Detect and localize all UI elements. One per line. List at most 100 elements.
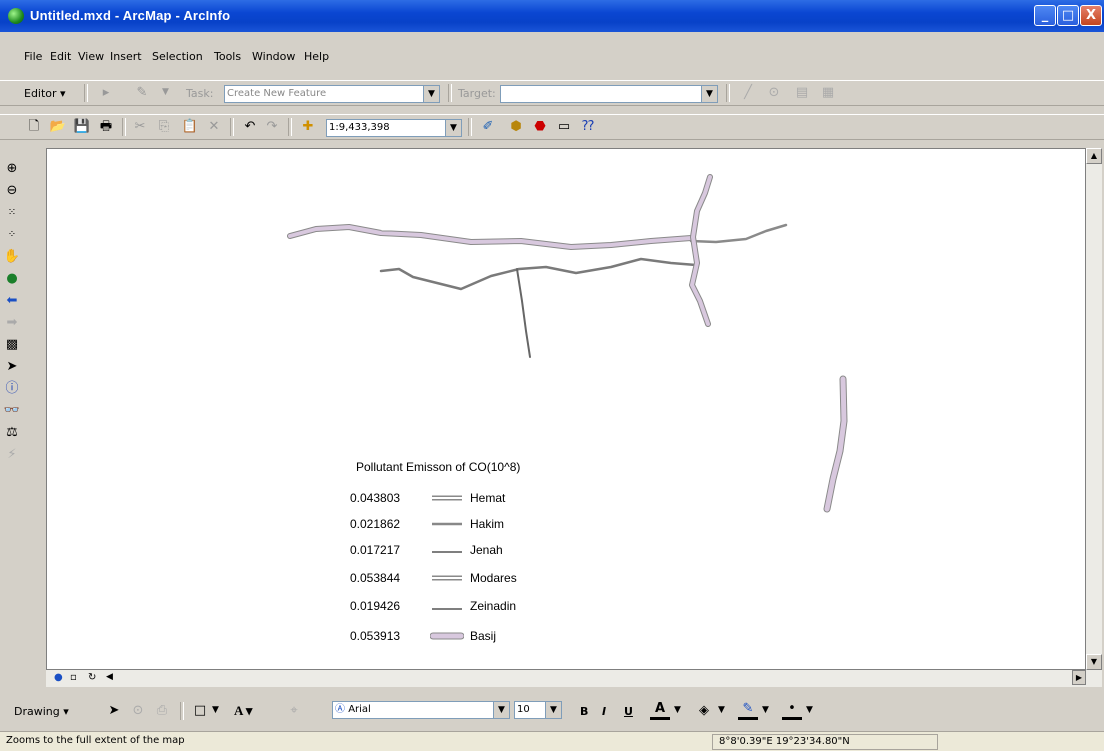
paste-icon[interactable]: 📋 xyxy=(180,117,200,137)
copy-icon[interactable]: ⎘ xyxy=(154,117,174,137)
map-scale-combo[interactable]: 1:9,433,398 ▼ xyxy=(326,119,462,137)
arctoolbox-icon[interactable]: ⬣ xyxy=(530,117,550,137)
title-bar: Untitled.mxd - ArcMap - ArcInfo _ □ X xyxy=(0,0,1104,32)
data-view-icon[interactable]: ● xyxy=(54,672,63,683)
rotate-tool-icon[interactable]: ⊙ xyxy=(764,83,784,103)
menu-window[interactable]: Window xyxy=(252,50,295,63)
legend-value: 0.053913 xyxy=(350,629,401,643)
chevron-down-icon[interactable]: ▼ xyxy=(445,120,461,136)
chevron-down-icon[interactable]: ▼ xyxy=(545,702,561,718)
italic-button[interactable]: I xyxy=(602,705,606,718)
cut-icon[interactable]: ✂ xyxy=(130,117,150,137)
add-data-icon[interactable]: ✚ xyxy=(298,117,318,137)
font-color-icon[interactable]: A xyxy=(650,701,670,720)
road-zeinadin[interactable] xyxy=(379,257,698,291)
vertical-scrollbar[interactable]: ▲ ▼ xyxy=(1086,148,1102,670)
close-button[interactable]: X xyxy=(1080,5,1102,26)
road-jenah[interactable] xyxy=(516,268,531,358)
select-elements-icon[interactable]: ➤ xyxy=(104,701,124,721)
identify-icon[interactable]: ⓘ xyxy=(3,380,21,398)
select-features-icon[interactable]: ▩ xyxy=(3,336,21,354)
font-color-dropdown-icon[interactable]: ▼ xyxy=(674,705,681,715)
scroll-right-icon[interactable]: ▶ xyxy=(1072,670,1086,685)
editor-toolbar-icon[interactable]: ✐ xyxy=(478,117,498,137)
arccatalog-icon[interactable]: ⬢ xyxy=(506,117,526,137)
underline-button[interactable]: U xyxy=(624,705,633,718)
road-hakim[interactable] xyxy=(689,223,788,244)
fill-color-icon[interactable]: ◈ xyxy=(694,701,714,721)
full-extent-globe-icon[interactable]: ● xyxy=(3,270,21,288)
scroll-left-icon[interactable]: ◀ xyxy=(106,672,113,682)
chevron-down-icon[interactable]: ▼ xyxy=(701,86,717,102)
menu-file[interactable]: File xyxy=(24,50,42,63)
command-line-icon[interactable]: ▭ xyxy=(554,117,574,137)
attributes-icon[interactable]: ▤ xyxy=(792,83,812,103)
font-value: Arial xyxy=(348,704,371,715)
scroll-down-icon[interactable]: ▼ xyxy=(1086,654,1102,670)
edit-tool-icon[interactable]: ▸ xyxy=(96,83,116,103)
menu-help[interactable]: Help xyxy=(304,50,329,63)
whats-this-icon[interactable]: ⁇ xyxy=(578,117,598,137)
legend-symbol-double xyxy=(432,495,462,501)
zoom-in-icon[interactable]: ⊕ xyxy=(3,160,21,178)
scroll-up-icon[interactable]: ▲ xyxy=(1086,148,1102,164)
target-combo[interactable]: ▼ xyxy=(500,85,718,103)
zoom-out-icon[interactable]: ⊖ xyxy=(3,182,21,200)
target-label: Target: xyxy=(458,87,496,100)
pan-hand-icon[interactable]: ✋ xyxy=(3,248,21,266)
marker-color-icon[interactable]: • xyxy=(782,701,802,720)
separator xyxy=(726,84,730,102)
map-canvas xyxy=(287,174,848,513)
split-tool-icon[interactable]: ╱ xyxy=(738,83,758,103)
rectangle-tool-icon[interactable]: □ xyxy=(190,701,210,721)
select-elements-icon[interactable]: ➤ xyxy=(3,358,21,376)
editor-menu-button[interactable]: Editor ▾ xyxy=(24,87,66,100)
rotate-icon[interactable]: ⊙ xyxy=(128,701,148,721)
open-folder-icon[interactable]: 📂 xyxy=(48,117,68,137)
menu-tools[interactable]: Tools xyxy=(214,50,241,63)
chevron-down-icon[interactable]: ▼ xyxy=(493,702,509,718)
redo-icon[interactable]: ↷ xyxy=(262,117,282,137)
legend-symbol-single xyxy=(432,522,462,526)
task-combo[interactable]: Create New Feature ▼ xyxy=(224,85,440,103)
drawing-menu-button[interactable]: Drawing ▾ xyxy=(14,705,69,718)
menu-insert[interactable]: Insert xyxy=(110,50,142,63)
forward-arrow-icon[interactable]: ➡ xyxy=(3,314,21,332)
bold-button[interactable]: B xyxy=(580,705,588,718)
layout-view-icon[interactable]: ▫ xyxy=(70,672,77,683)
edit-vertices-icon[interactable]: ⌖ xyxy=(284,701,304,721)
undo-icon[interactable]: ↶ xyxy=(240,117,260,137)
save-icon[interactable]: 💾 xyxy=(72,117,92,137)
rectangle-dropdown-icon[interactable]: ▼ xyxy=(212,705,219,715)
font-size-combo[interactable]: 10 ▼ xyxy=(514,701,562,719)
print-icon[interactable]: 🖶 xyxy=(96,117,116,137)
font-combo[interactable]: Ⓐ Arial ▼ xyxy=(332,701,510,719)
line-color-icon[interactable]: ✎ xyxy=(738,701,758,720)
legend-symbol-thin xyxy=(432,551,462,553)
fixed-zoom-in-icon[interactable]: ⁙ xyxy=(3,204,21,222)
sketch-dropdown-icon[interactable]: ▼ xyxy=(162,87,169,97)
sketch-pencil-icon[interactable]: ✎ xyxy=(132,83,152,103)
refresh-icon[interactable]: ↻ xyxy=(88,672,96,683)
marker-color-dropdown-icon[interactable]: ▼ xyxy=(806,705,813,715)
horizontal-scrollbar[interactable]: ● ▫ ↻ ◀ ▶ xyxy=(46,670,1102,687)
hyperlink-icon[interactable]: ⚡ xyxy=(3,446,21,464)
back-arrow-icon[interactable]: ⬅ xyxy=(3,292,21,310)
minimize-button[interactable]: _ xyxy=(1034,5,1056,26)
fill-color-dropdown-icon[interactable]: ▼ xyxy=(718,705,725,715)
find-binoculars-icon[interactable]: 👓 xyxy=(3,402,21,420)
sketch-properties-icon[interactable]: ▦ xyxy=(818,83,838,103)
text-tool-button[interactable]: A ▾ xyxy=(234,703,252,719)
zoom-whole-page-icon[interactable]: ⎙ xyxy=(152,701,172,721)
delete-icon[interactable]: ✕ xyxy=(204,117,224,137)
maximize-button[interactable]: □ xyxy=(1057,5,1079,26)
menu-edit[interactable]: Edit xyxy=(50,50,71,63)
line-color-dropdown-icon[interactable]: ▼ xyxy=(762,705,769,715)
new-document-icon[interactable]: 🗋 xyxy=(24,117,44,137)
menu-view[interactable]: View xyxy=(78,50,104,63)
measure-icon[interactable]: ⚖ xyxy=(3,424,21,442)
map-view[interactable] xyxy=(46,148,1086,670)
menu-selection[interactable]: Selection xyxy=(152,50,203,63)
chevron-down-icon[interactable]: ▼ xyxy=(423,86,439,102)
fixed-zoom-out-icon[interactable]: ⁘ xyxy=(3,226,21,244)
